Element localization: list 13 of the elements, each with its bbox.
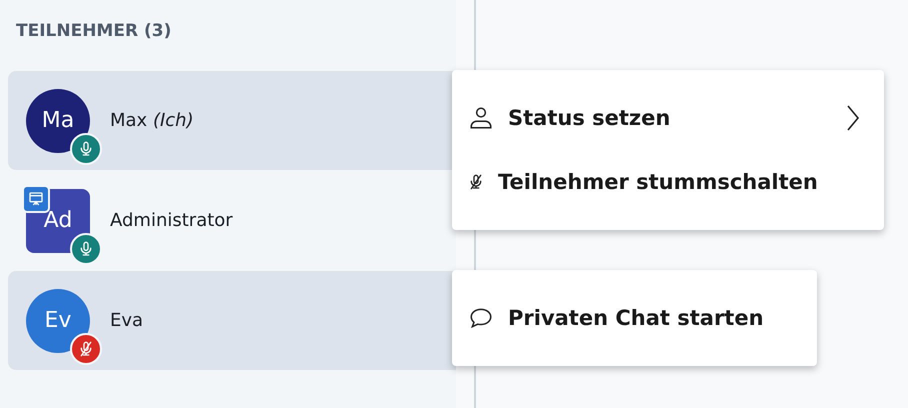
avatar: Ev (26, 288, 90, 352)
muted-microphone-icon (78, 340, 94, 356)
person-icon (468, 105, 494, 131)
participant-row[interactable]: Ev Eva (8, 271, 456, 370)
microphone-icon (78, 240, 94, 256)
participant-name: Eva (110, 310, 144, 331)
participant-name: Administrator (110, 210, 233, 231)
microphone-icon (78, 140, 94, 156)
participant-name: Max (Ich) (110, 110, 194, 131)
avatar: Ma (26, 88, 90, 152)
presentation-screen-icon (28, 190, 44, 206)
panel-heading: TEILNEHMER (3) (15, 21, 172, 43)
muted-microphone-icon (468, 174, 484, 190)
